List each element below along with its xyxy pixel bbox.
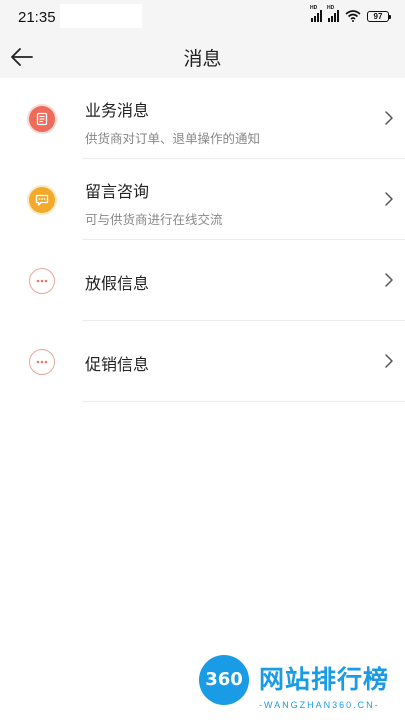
more-dots-icon [29,349,55,375]
screen: 21:35 HD HD 97 消息 业务消息 供货商对订单、退单操作的通知 留言… [0,0,405,720]
divider [82,401,405,402]
header: 消息 [0,36,405,78]
status-bar: 21:35 HD HD 97 [0,0,405,36]
wifi-icon [345,10,361,22]
cellular-signal-icon: HD [310,5,322,22]
watermark-title: 网站排行榜 [259,666,390,694]
battery-icon: 97 [367,10,391,22]
list-item-holiday-info[interactable]: 放假信息 [0,240,405,321]
document-icon [29,106,55,132]
list-item-business-message[interactable]: 业务消息 供货商对订单、退单操作的通知 [0,78,405,159]
page-title: 消息 [183,49,222,70]
chevron-right-icon [385,192,393,206]
chat-bubble-icon [29,187,55,213]
chevron-right-icon [385,273,393,287]
status-time: 21:35 [18,9,56,26]
list-item-title: 留言咨询 [85,184,150,201]
watermark: 360 网站排行榜 -WANGZHAN360.CN- [199,655,399,715]
list-item-title: 放假信息 [85,276,150,293]
chevron-right-icon [385,111,393,125]
chevron-right-icon [385,354,393,368]
status-icons: HD HD 97 [310,5,391,22]
signal-hd-label-2: HD [327,5,335,11]
more-dots-icon [29,268,55,294]
list-item-title: 促销信息 [85,357,150,374]
signal-hd-label: HD [310,5,318,11]
list-item-promotion-info[interactable]: 促销信息 [0,321,405,402]
cellular-signal-icon-2: HD [327,5,339,22]
message-category-list: 业务消息 供货商对订单、退单操作的通知 留言咨询 可与供货商进行在线交流 放假信… [0,78,405,402]
watermark-url: -WANGZHAN360.CN- [259,700,380,710]
status-blank-area [60,4,142,28]
list-item-title: 业务消息 [85,103,150,120]
list-item-subtitle: 供货商对订单、退单操作的通知 [85,132,261,146]
list-item-consultation[interactable]: 留言咨询 可与供货商进行在线交流 [0,159,405,240]
watermark-logo: 360 [199,655,249,705]
list-item-subtitle: 可与供货商进行在线交流 [85,213,223,227]
